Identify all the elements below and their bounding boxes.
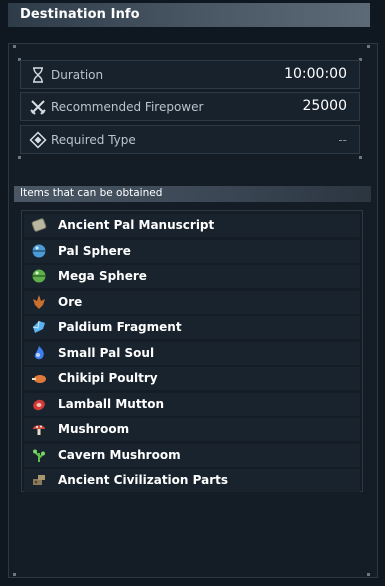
paldium-fragment-icon [30,318,48,336]
stat-value: 10:00:00 [284,66,347,82]
corner-dot [13,573,16,576]
list-item: Cavern Mushroom [24,443,360,467]
corner-dot [367,45,370,48]
window-title: Destination Info [20,7,140,22]
cavern-mushroom-icon [30,446,48,464]
list-item: Lamball Mutton [24,392,360,416]
pal-soul-icon [30,344,48,362]
stats-group: Duration 10:00:00 Recommended Firepower … [16,56,364,158]
list-item: Ore [24,290,360,314]
item-label: Ancient Pal Manuscript [58,218,215,232]
stat-label: Required Type [51,133,136,147]
crossed-swords-icon [29,98,47,116]
item-label: Mega Sphere [58,269,147,283]
list-item: Ancient Civilization Parts [24,469,360,492]
item-label: Ore [58,294,83,309]
manuscript-icon [30,216,48,234]
item-label: Small Pal Soul [58,345,155,360]
list-item: Ancient Pal Manuscript [24,214,360,237]
items-section-header: Items that can be obtained [14,186,371,202]
mutton-icon [30,395,48,413]
stat-duration: Duration 10:00:00 [20,60,360,89]
stat-value: 25000 [302,98,347,114]
item-label: Mushroom [58,422,130,436]
list-item: Mega Sphere [24,265,360,288]
list-item: Paldium Fragment [24,316,360,339]
ore-icon [30,293,48,311]
list-item: Mushroom [24,418,360,441]
ancient-parts-icon [30,471,48,489]
hourglass-icon [29,66,47,84]
stat-label: Duration [51,68,104,82]
item-label: Lamball Mutton [58,396,165,411]
list-item: Small Pal Soul [24,341,360,365]
corner-dot [367,573,370,576]
stat-firepower: Recommended Firepower 25000 [20,92,360,121]
stat-value: -- [338,133,347,147]
list-item: Pal Sphere [24,239,360,263]
pal-sphere-icon [30,242,48,260]
item-label: Paldium Fragment [58,320,182,334]
section-title: Items that can be obtained [20,187,163,199]
item-label: Ancient Civilization Parts [58,473,228,487]
mega-sphere-icon [30,267,48,285]
corner-dot [13,45,16,48]
item-label: Pal Sphere [58,243,131,258]
poultry-icon [30,369,48,387]
list-item: Chikipi Poultry [24,367,360,390]
item-label: Chikipi Poultry [58,371,158,385]
mushroom-icon [30,420,48,438]
stat-label: Recommended Firepower [51,100,204,114]
diamond-icon [29,131,47,149]
stat-required-type: Required Type -- [20,125,360,154]
items-list: Ancient Pal Manuscript Pal Sphere Mega S… [21,210,363,492]
title-bar: Destination Info [8,3,370,27]
item-label: Cavern Mushroom [58,447,181,462]
